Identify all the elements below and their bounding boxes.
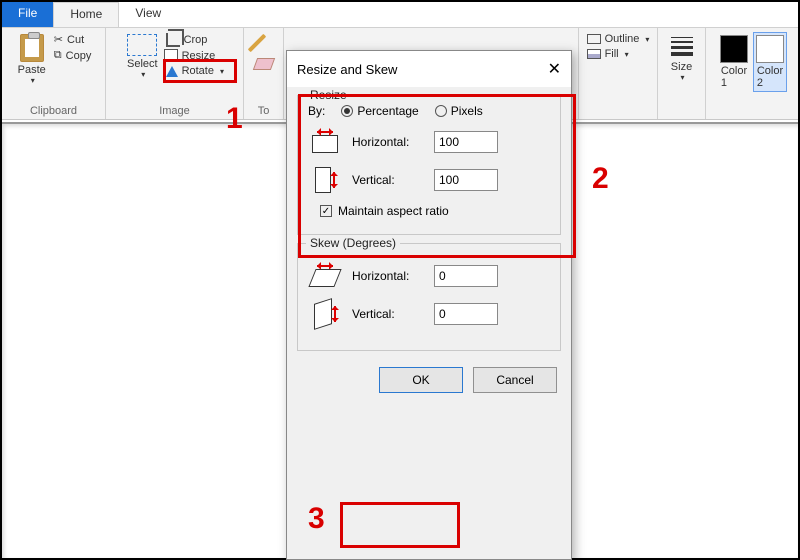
resize-v-icon bbox=[308, 166, 342, 194]
rotate-button[interactable]: Rotate▾ bbox=[164, 64, 226, 78]
skew-v-icon bbox=[308, 300, 342, 328]
by-label: By: bbox=[308, 104, 325, 118]
size-button[interactable]: Size ▾ bbox=[667, 32, 697, 84]
skew-horizontal-label: Horizontal: bbox=[352, 269, 424, 283]
color2-swatch bbox=[756, 35, 784, 63]
group-clipboard: Paste ▾ ✂ Cut ⧉ Copy Clipboard bbox=[2, 28, 106, 119]
rotate-icon bbox=[166, 66, 178, 77]
resize-fieldset: Resize By: Percentage Pixels Horizontal: bbox=[297, 95, 561, 235]
group-label-tools: To bbox=[258, 103, 270, 117]
resize-vertical-input[interactable] bbox=[434, 169, 498, 191]
radio-pixels[interactable]: Pixels bbox=[435, 104, 483, 118]
radio-percentage[interactable]: Percentage bbox=[341, 104, 418, 118]
crop-icon bbox=[166, 33, 180, 47]
skew-horizontal-input[interactable] bbox=[434, 265, 498, 287]
skew-vertical-label: Vertical: bbox=[352, 307, 424, 321]
resize-vertical-label: Vertical: bbox=[352, 173, 424, 187]
dialog-button-row: OK Cancel bbox=[287, 359, 571, 401]
color1-button[interactable]: Color 1 bbox=[717, 32, 751, 92]
color2-button[interactable]: Color 2 bbox=[753, 32, 787, 92]
tab-strip: File Home View bbox=[2, 2, 798, 28]
select-icon bbox=[127, 34, 157, 56]
dialog-titlebar: Resize and Skew ✕ bbox=[287, 51, 571, 87]
skew-vertical-input[interactable] bbox=[434, 303, 498, 325]
skew-h-icon bbox=[308, 262, 342, 290]
skew-legend: Skew (Degrees) bbox=[306, 236, 400, 250]
copy-button[interactable]: ⧉ Copy bbox=[52, 48, 94, 63]
by-row: By: Percentage Pixels bbox=[308, 104, 550, 118]
tab-view[interactable]: View bbox=[119, 2, 177, 27]
close-icon[interactable]: ✕ bbox=[548, 59, 561, 79]
outline-button[interactable]: Outline▾ bbox=[585, 32, 652, 46]
group-tools: To bbox=[244, 28, 284, 119]
resize-button[interactable]: Resize bbox=[164, 49, 218, 63]
group-colors: Color 1 Color 2 bbox=[706, 28, 798, 119]
group-label-image: Image bbox=[159, 103, 190, 117]
cut-button[interactable]: ✂ Cut bbox=[52, 32, 86, 47]
select-button[interactable]: Select ▾ bbox=[123, 32, 162, 81]
crop-button[interactable]: Crop bbox=[164, 32, 210, 48]
fill-icon bbox=[587, 49, 601, 59]
resize-h-icon bbox=[308, 128, 342, 156]
paste-button[interactable]: Paste ▾ bbox=[14, 32, 50, 87]
copy-icon: ⧉ bbox=[54, 49, 62, 62]
size-icon bbox=[671, 34, 693, 59]
outline-icon bbox=[587, 34, 601, 44]
fill-button[interactable]: Fill▾ bbox=[585, 47, 631, 61]
resize-horizontal-input[interactable] bbox=[434, 131, 498, 153]
dialog-title: Resize and Skew bbox=[297, 62, 397, 77]
group-size: Size ▾ bbox=[658, 28, 706, 119]
group-image: Select ▾ Crop Resize Rotate▾ Image bbox=[106, 28, 244, 119]
resize-skew-dialog: Resize and Skew ✕ Resize By: Percentage … bbox=[286, 50, 572, 560]
resize-horizontal-label: Horizontal: bbox=[352, 135, 424, 149]
tab-home[interactable]: Home bbox=[53, 2, 119, 27]
cancel-button[interactable]: Cancel bbox=[473, 367, 557, 393]
group-shape-style: Outline▾ Fill▾ bbox=[578, 28, 658, 119]
eraser-icon[interactable] bbox=[252, 58, 274, 70]
maintain-aspect-checkbox[interactable]: ✓ Maintain aspect ratio bbox=[320, 204, 546, 218]
pencil-icon[interactable] bbox=[247, 34, 265, 52]
resize-legend: Resize bbox=[306, 88, 351, 102]
paste-icon bbox=[20, 34, 44, 62]
color1-swatch bbox=[720, 35, 748, 63]
tab-file[interactable]: File bbox=[2, 2, 53, 27]
resize-icon bbox=[166, 51, 178, 61]
ok-button[interactable]: OK bbox=[379, 367, 463, 393]
group-label-clipboard: Clipboard bbox=[30, 103, 77, 117]
skew-fieldset: Skew (Degrees) Horizontal: Vertical: bbox=[297, 243, 561, 351]
scissors-icon: ✂ bbox=[54, 33, 63, 46]
